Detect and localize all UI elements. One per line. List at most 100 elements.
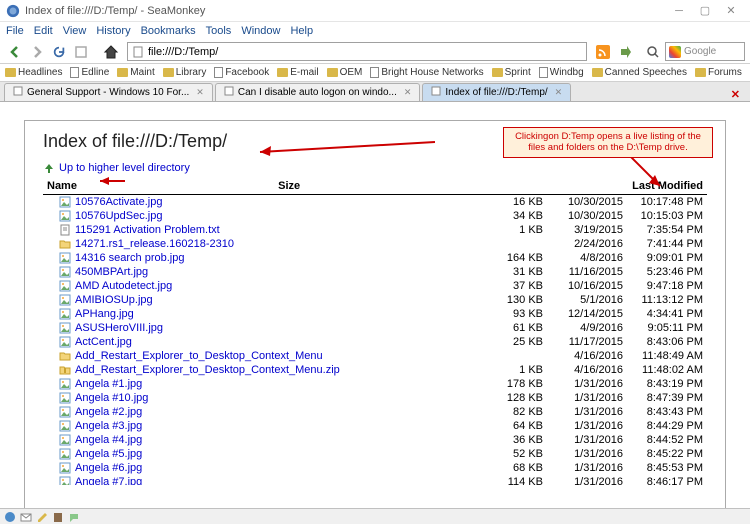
file-link[interactable]: AMIBIOSUp.jpg (75, 294, 153, 306)
file-link[interactable]: Angela #5.jpg (75, 448, 142, 460)
folder-icon (592, 68, 603, 77)
bookmark-sprint[interactable]: Sprint (492, 67, 531, 78)
folder-icon (695, 68, 706, 77)
back-button[interactable] (5, 42, 25, 62)
status-chat-icon[interactable] (68, 511, 80, 523)
col-modified[interactable]: Last Modified (304, 178, 707, 195)
status-globe-icon[interactable] (4, 511, 16, 523)
folder-icon (117, 68, 128, 77)
forward-button[interactable] (27, 42, 47, 62)
folder-icon (492, 68, 503, 77)
maximize-button[interactable]: ▢ (692, 2, 718, 20)
bookmark-bright-house-networks[interactable]: Bright House Networks (370, 67, 483, 78)
folder-icon (327, 68, 338, 77)
file-link[interactable]: Angela #3.jpg (75, 420, 142, 432)
close-button[interactable]: ✕ (718, 2, 744, 20)
folder-icon (277, 68, 288, 77)
minimize-button[interactable]: ─ (666, 2, 692, 20)
col-size[interactable]: Size (234, 178, 304, 195)
col-name[interactable]: Name (43, 178, 234, 195)
home-button[interactable] (101, 42, 121, 62)
table-row: APHang.jpg93 KB12/14/20154:34:41 PM (43, 307, 707, 321)
table-row: 450MBPArt.jpg31 KB11/16/20155:23:46 PM (43, 265, 707, 279)
menu-window[interactable]: Window (241, 25, 280, 37)
tab-favicon (13, 86, 23, 99)
status-addressbook-icon[interactable] (52, 511, 64, 523)
menu-edit[interactable]: Edit (34, 25, 53, 37)
menu-bookmarks[interactable]: Bookmarks (141, 25, 196, 37)
table-row: 10576Activate.jpg16 KB10/30/201510:17:48… (43, 195, 707, 209)
bookmark-library[interactable]: Library (163, 67, 207, 78)
file-link[interactable]: APHang.jpg (75, 308, 134, 320)
url-bar[interactable] (127, 42, 587, 61)
bookmark-e-mail[interactable]: E-mail (277, 67, 318, 78)
page-icon (370, 67, 379, 78)
status-compose-icon[interactable] (36, 511, 48, 523)
menu-help[interactable]: Help (290, 25, 313, 37)
menu-file[interactable]: File (6, 25, 24, 37)
file-link[interactable]: 14316 search prob.jpg (75, 252, 184, 264)
up-directory-link[interactable]: Up to higher level directory (43, 162, 707, 174)
url-input[interactable] (148, 46, 582, 58)
file-link[interactable]: Angela #6.jpg (75, 462, 142, 474)
file-link[interactable]: 14271.rs1_release.160218-2310 (75, 238, 234, 250)
tab-close-icon[interactable]: ✕ (555, 87, 563, 98)
search-dropdown-icon[interactable] (643, 42, 663, 62)
menu-view[interactable]: View (63, 25, 87, 37)
bookmark-facebook[interactable]: Facebook (214, 67, 269, 78)
page-icon (539, 67, 548, 78)
menu-history[interactable]: History (96, 25, 130, 37)
file-link[interactable]: 10576Activate.jpg (75, 196, 162, 208)
search-box[interactable]: Google (665, 42, 745, 61)
table-row: Angela #7.jpg114 KB1/31/20168:46:17 PM (43, 475, 707, 485)
file-link[interactable]: ASUSHeroVIII.jpg (75, 322, 163, 334)
file-link[interactable]: AMD Autodetect.jpg (75, 280, 172, 292)
tab[interactable]: General Support - Windows 10 For...✕ (4, 83, 213, 101)
tabbar-close-icon[interactable]: ✕ (725, 88, 746, 101)
status-mail-icon[interactable] (20, 511, 32, 523)
table-row: Add_Restart_Explorer_to_Desktop_Context_… (43, 349, 707, 363)
rss-icon[interactable] (593, 42, 613, 62)
file-link[interactable]: Angela #1.jpg (75, 378, 142, 390)
bookmark-windbg[interactable]: Windbg (539, 67, 584, 78)
file-link[interactable]: Angela #7.jpg (75, 476, 142, 485)
page-icon (214, 67, 223, 78)
menubar: File Edit View History Bookmarks Tools Window H… (0, 22, 750, 40)
tab[interactable]: Index of file:///D:/Temp/✕ (422, 83, 571, 101)
tab-bar: General Support - Windows 10 For...✕Can … (0, 82, 750, 102)
reload-button[interactable] (49, 42, 69, 62)
go-button[interactable] (615, 42, 635, 62)
bookmark-canned-speeches[interactable]: Canned Speeches (592, 67, 687, 78)
tab-close-icon[interactable]: ✕ (404, 87, 412, 98)
table-row: AMIBIOSUp.jpg130 KB5/1/201611:13:12 PM (43, 293, 707, 307)
bookmark-forums[interactable]: Forums (695, 67, 742, 78)
file-link[interactable]: ActCent.jpg (75, 336, 132, 348)
file-link[interactable]: Add_Restart_Explorer_to_Desktop_Context_… (75, 350, 323, 362)
titlebar: Index of file:///D:/Temp/ - SeaMonkey ─ … (0, 0, 750, 22)
table-row: Add_Restart_Explorer_to_Desktop_Context_… (43, 363, 707, 377)
bookmark-edline[interactable]: Edline (70, 67, 109, 78)
bookmark-headlines[interactable]: Headlines (5, 67, 62, 78)
nav-toolbar: Google (0, 40, 750, 64)
table-row: Angela #1.jpg178 KB1/31/20168:43:19 PM (43, 377, 707, 391)
file-link[interactable]: 115291 Activation Problem.txt (75, 224, 220, 236)
file-link[interactable]: Angela #4.jpg (75, 434, 142, 446)
folder-icon (163, 68, 174, 77)
file-link[interactable]: 450MBPArt.jpg (75, 266, 148, 278)
file-link[interactable]: Angela #10.jpg (75, 392, 148, 404)
file-link[interactable]: Angela #2.jpg (75, 406, 142, 418)
bookmark-oem[interactable]: OEM (327, 67, 363, 78)
tab[interactable]: Can I disable auto logon on windo...✕ (215, 83, 421, 101)
tab-close-icon[interactable]: ✕ (196, 87, 204, 98)
page-icon (132, 46, 144, 58)
tab-favicon (431, 86, 441, 99)
bookmark-toolbar: Headlines Edline Maint Library Facebook E-mai… (0, 64, 750, 82)
folder-icon (5, 68, 16, 77)
bookmark-maint[interactable]: Maint (117, 67, 154, 78)
seamonkey-icon (6, 4, 20, 18)
file-link[interactable]: Add_Restart_Explorer_to_Desktop_Context_… (75, 364, 340, 376)
menu-tools[interactable]: Tools (206, 25, 232, 37)
file-link[interactable]: 10576UpdSec.jpg (75, 210, 162, 222)
stop-button[interactable] (71, 42, 91, 62)
window-title: Index of file:///D:/Temp/ - SeaMonkey (25, 5, 666, 17)
